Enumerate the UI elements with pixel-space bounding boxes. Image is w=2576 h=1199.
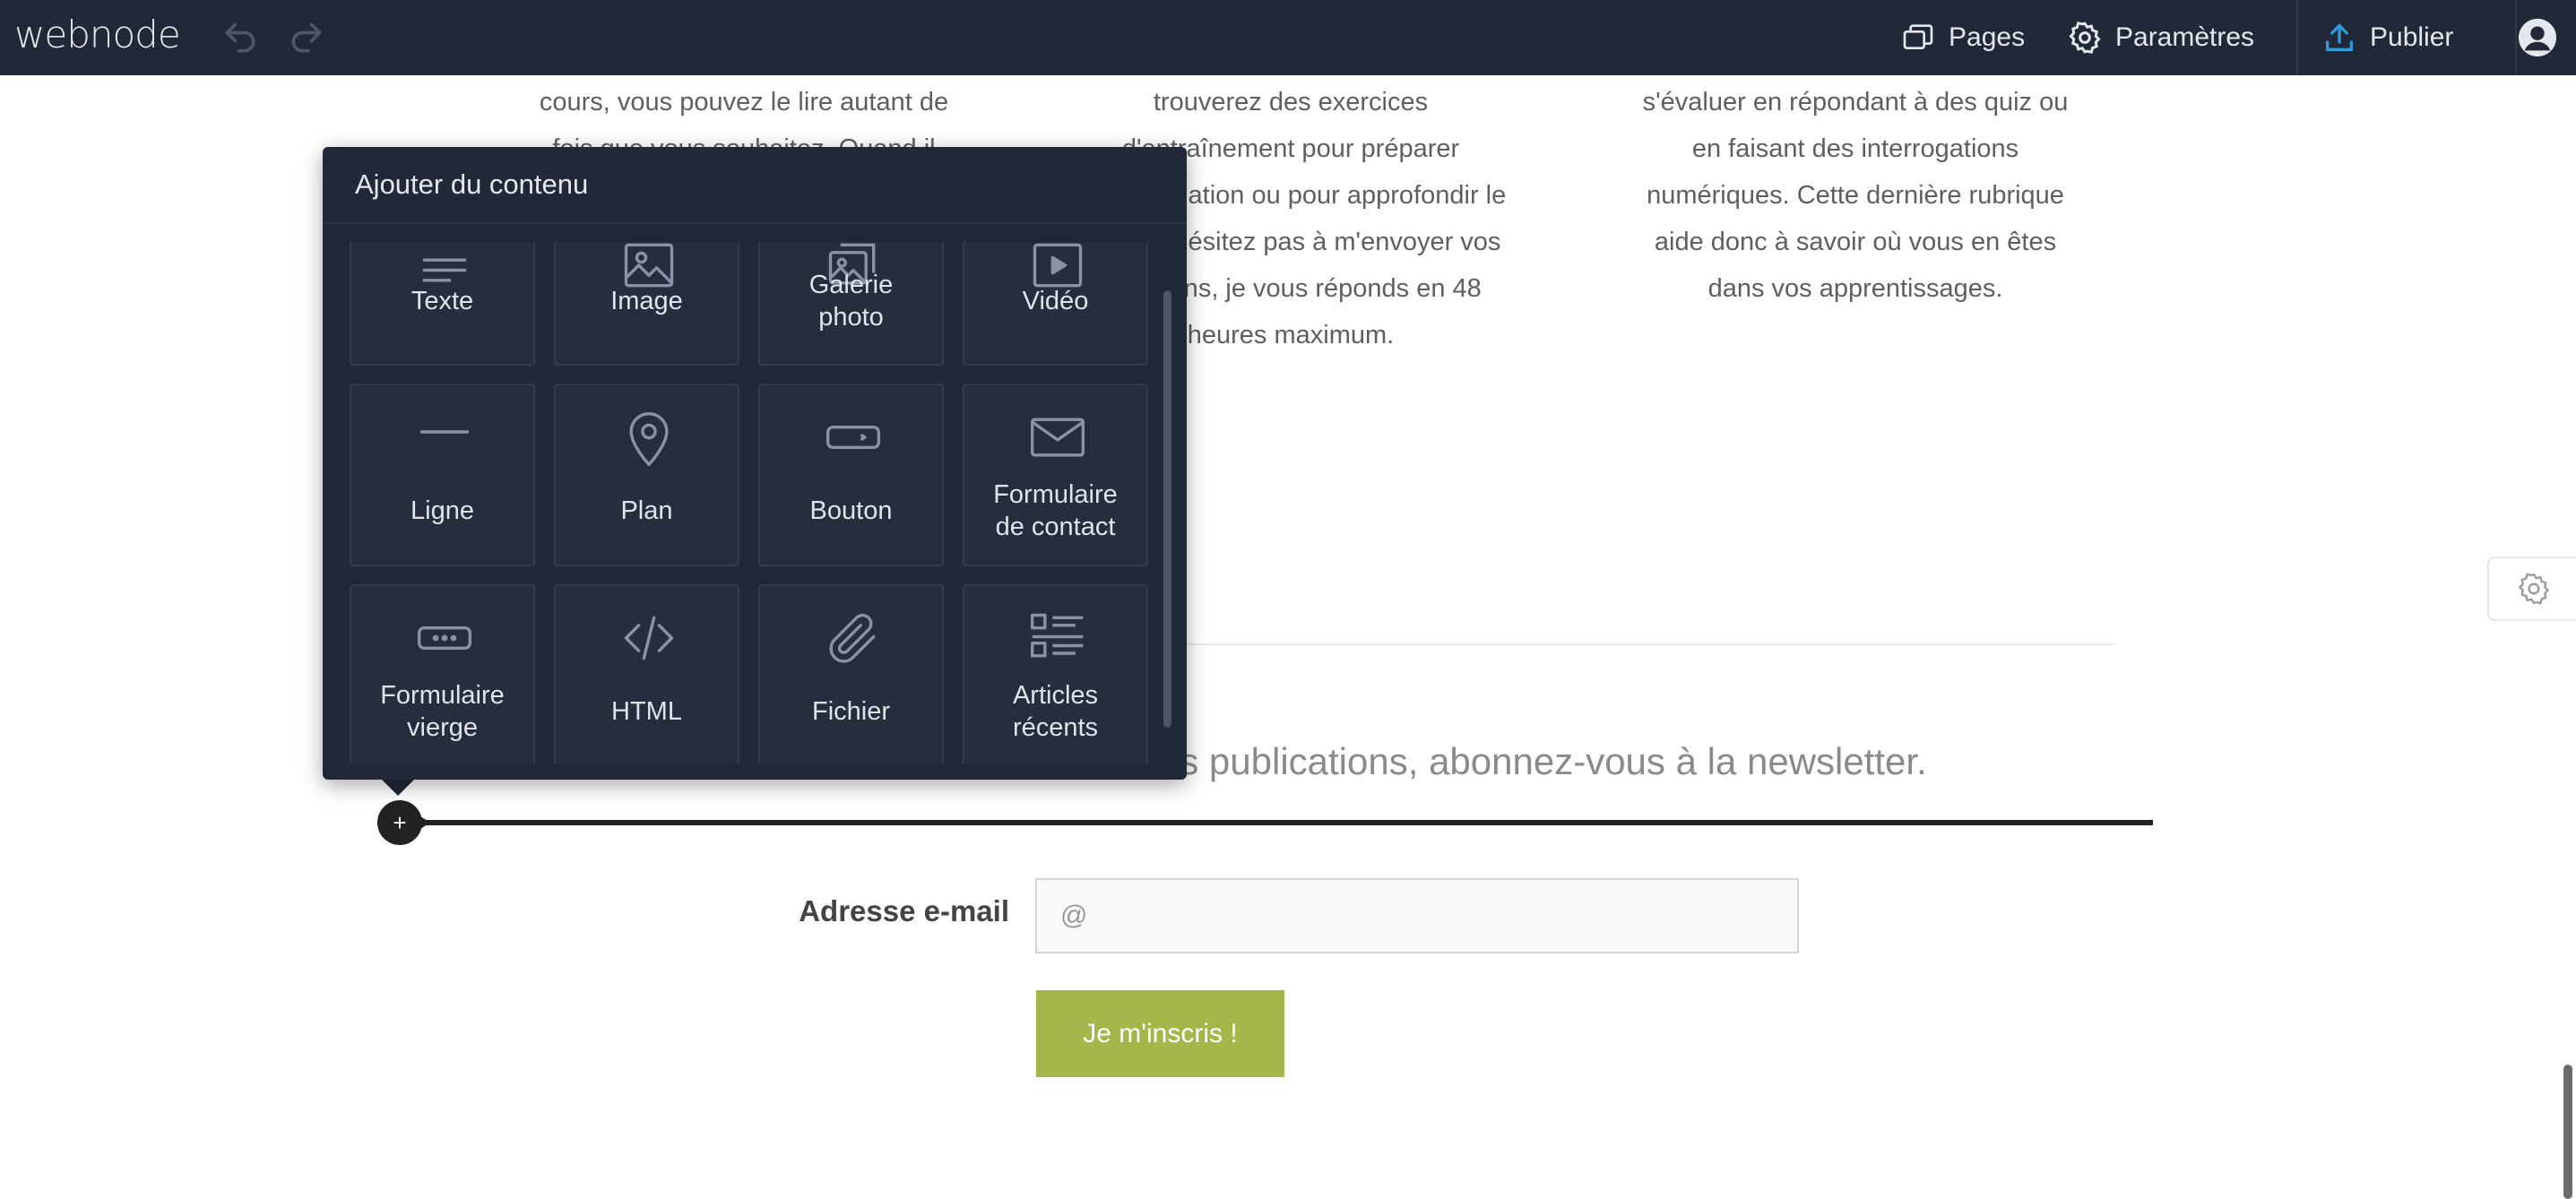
subscribe-button[interactable]: Je m'inscris ! bbox=[1036, 990, 1284, 1077]
settings-label: Paramètres bbox=[2115, 22, 2255, 52]
section-divider bbox=[1156, 643, 2115, 645]
tile-video[interactable]: Vidéo bbox=[963, 242, 1148, 366]
tile-contact-form[interactable]: Formulaire de contact bbox=[963, 384, 1148, 566]
add-content-button[interactable]: + bbox=[377, 800, 422, 845]
publish-button[interactable]: Publier bbox=[2321, 0, 2453, 75]
pages-icon bbox=[1903, 24, 1933, 49]
redo-icon[interactable] bbox=[287, 18, 326, 57]
tile-label: Plan bbox=[620, 496, 673, 525]
section-settings-button[interactable] bbox=[2487, 556, 2576, 621]
tile-recent-articles[interactable]: Articles récents bbox=[963, 584, 1148, 763]
tile-label: Ligne bbox=[411, 496, 474, 525]
user-icon bbox=[2518, 18, 2557, 57]
tile-image[interactable]: Image bbox=[554, 242, 739, 366]
tile-map[interactable]: Plan bbox=[554, 384, 739, 566]
divider bbox=[2296, 0, 2298, 75]
gear-icon bbox=[2069, 22, 2101, 54]
tile-label: Vidéo bbox=[1022, 287, 1089, 315]
popup-title: Ajouter du contenu bbox=[355, 168, 589, 200]
envelope-icon bbox=[1030, 418, 1085, 457]
tile-label: Fichier bbox=[811, 697, 890, 726]
tile-file[interactable]: Fichier bbox=[758, 584, 944, 763]
undo-icon[interactable] bbox=[220, 18, 260, 57]
popup-divider bbox=[323, 222, 1187, 224]
tile-label: HTML bbox=[611, 697, 682, 726]
publish-label: Publier bbox=[2370, 22, 2454, 52]
gear-icon bbox=[2518, 573, 2550, 605]
paperclip-icon bbox=[829, 613, 876, 663]
list-icon bbox=[1030, 613, 1084, 658]
user-avatar[interactable] bbox=[2499, 0, 2576, 75]
tile-button[interactable]: Bouton bbox=[758, 384, 944, 566]
map-pin-icon bbox=[629, 412, 669, 467]
tile-label: Formulaire de contact bbox=[993, 480, 1118, 541]
tile-label: Formulaire vierge bbox=[380, 681, 505, 742]
tile-label: Texte bbox=[411, 287, 474, 315]
pages-menu[interactable]: Pages bbox=[1900, 0, 2025, 75]
tile-label: Bouton bbox=[809, 496, 893, 525]
upload-icon bbox=[2326, 23, 2353, 51]
popup-scrollbar[interactable] bbox=[1163, 290, 1171, 728]
settings-menu[interactable]: Paramètres bbox=[2067, 0, 2254, 75]
page-scrollbar[interactable] bbox=[2563, 1065, 2572, 1199]
webnode-logo[interactable]: webnode bbox=[14, 13, 181, 56]
add-content-popup: Ajouter du contenu Texte Image Galerie p… bbox=[323, 147, 1187, 780]
tile-blank-form[interactable]: Formulaire vierge bbox=[350, 584, 535, 763]
code-icon bbox=[624, 616, 674, 660]
tile-gallery[interactable]: Galerie photo bbox=[758, 242, 944, 366]
tile-label: Articles récents bbox=[1012, 681, 1099, 742]
column-text-3: s'évaluer en répondant à des quiz ou en … bbox=[1642, 88, 2069, 303]
top-bar: webnode Pages Paramètres Publier bbox=[0, 0, 2576, 75]
content-tile-grid: Texte Image Galerie photo Vidéo Ligne Pl… bbox=[323, 242, 1165, 763]
email-field[interactable]: @ bbox=[1035, 878, 1799, 953]
blank-form-icon bbox=[417, 625, 472, 651]
tile-text[interactable]: Texte bbox=[350, 242, 535, 366]
tile-label: Image bbox=[610, 287, 683, 315]
insert-line-indicator bbox=[400, 820, 2153, 825]
button-icon bbox=[826, 425, 881, 450]
popup-arrow bbox=[380, 778, 416, 796]
tile-label: Galerie photo bbox=[808, 271, 894, 332]
email-label: Adresse e-mail bbox=[799, 894, 1009, 927]
pages-label: Pages bbox=[1949, 22, 2026, 52]
tile-line[interactable]: Ligne bbox=[350, 384, 535, 566]
tile-html[interactable]: HTML bbox=[554, 584, 739, 763]
line-icon bbox=[419, 430, 470, 434]
